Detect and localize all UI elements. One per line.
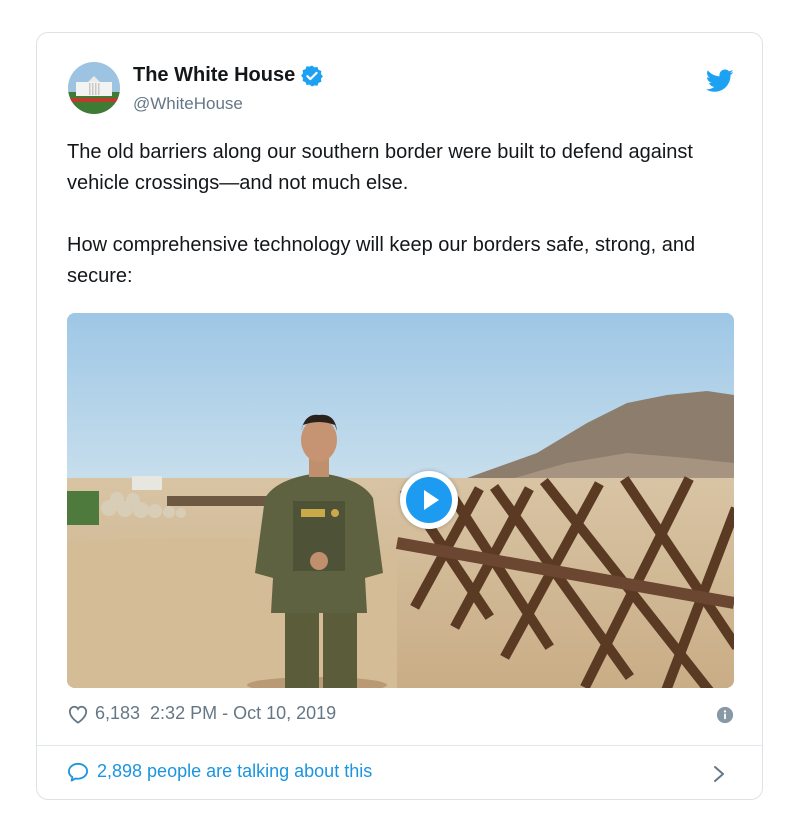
divider: [37, 745, 762, 746]
info-icon[interactable]: [716, 706, 734, 724]
play-icon: [424, 490, 439, 510]
chevron-right-icon[interactable]: [712, 764, 726, 784]
white-house-avatar-image: [68, 62, 120, 114]
tweet-meta: 6,183 2:32 PM - Oct 10, 2019: [67, 703, 336, 724]
play-button-fill: [406, 477, 452, 523]
tweet-card: The White House @WhiteHouse The old barr…: [36, 32, 763, 800]
author-handle[interactable]: @WhiteHouse: [133, 94, 243, 114]
talking-about-link[interactable]: 2,898 people are talking about this: [67, 761, 372, 782]
twitter-bird-icon[interactable]: [706, 69, 734, 93]
heart-icon: [68, 705, 88, 724]
avatar[interactable]: [68, 62, 120, 114]
like-count: 6,183: [95, 703, 141, 723]
like-button[interactable]: 6,183: [67, 703, 140, 724]
video-player[interactable]: [67, 313, 734, 688]
tweet-paragraph: The old barriers along our southern bord…: [67, 141, 693, 194]
speech-bubble-icon: [68, 762, 88, 782]
tweet-paragraph: How comprehensive technology will keep o…: [67, 234, 696, 287]
verified-badge-icon: [301, 64, 324, 87]
tweet-timestamp[interactable]: 2:32 PM - Oct 10, 2019: [150, 703, 336, 724]
play-button[interactable]: [400, 471, 458, 529]
author-name[interactable]: The White House: [133, 64, 324, 87]
talking-about-text: 2,898 people are talking about this: [97, 761, 373, 781]
author-name-text: The White House: [133, 64, 296, 86]
tweet-text: The old barriers along our southern bord…: [67, 137, 727, 323]
